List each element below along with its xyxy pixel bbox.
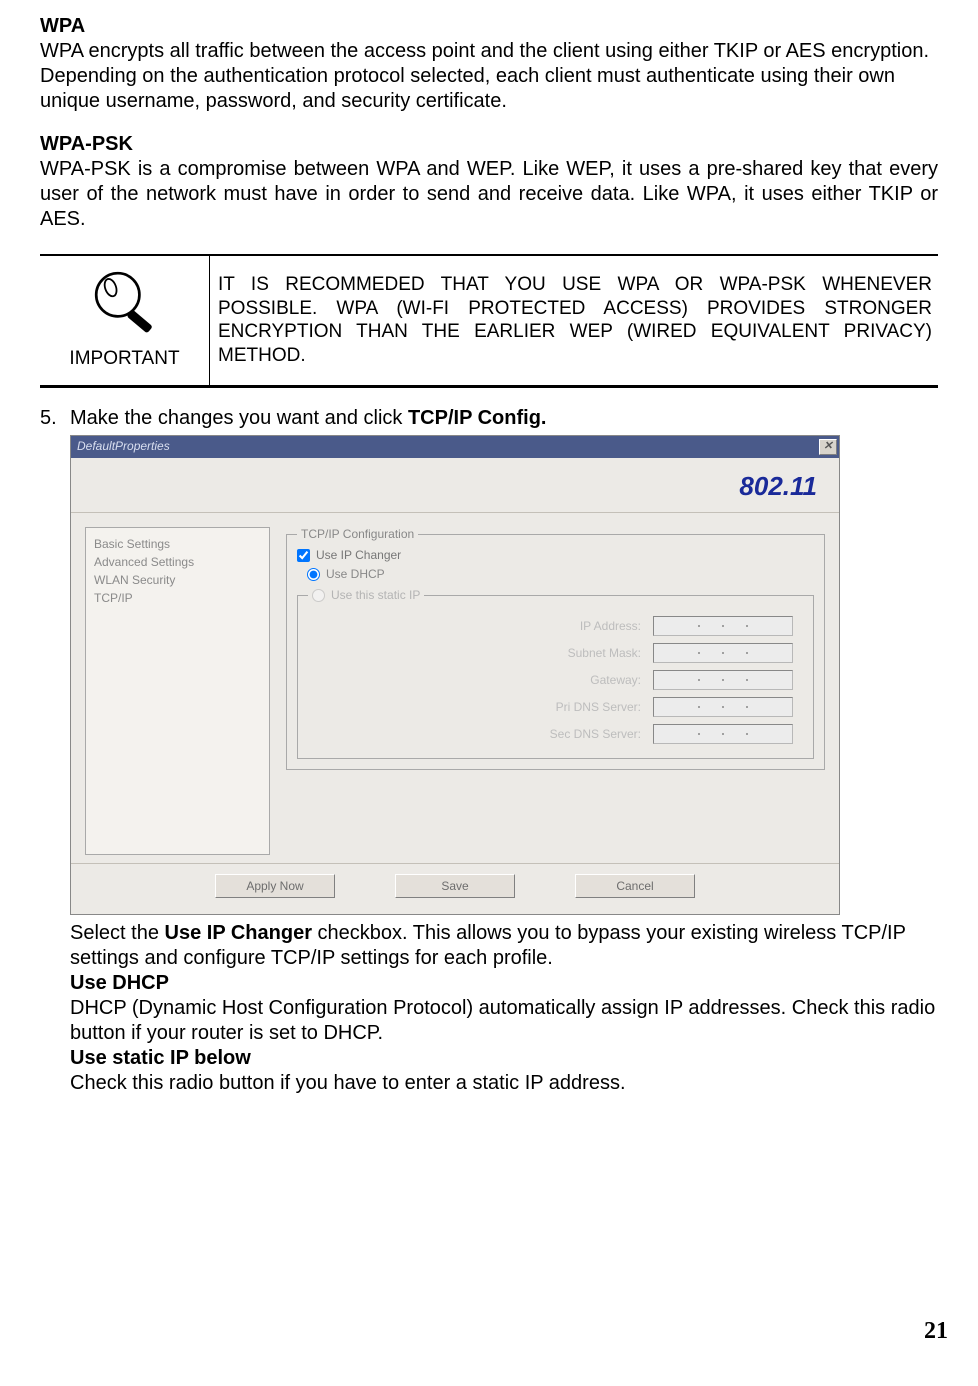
ip-address-label: IP Address:: [580, 619, 641, 634]
dialog-title: DefaultProperties: [77, 439, 170, 454]
use-ip-changer-label: Use IP Changer: [316, 548, 401, 563]
paragraph-wpa-psk: WPA-PSK is a compromise between WPA and …: [40, 157, 938, 232]
sec-dns-label: Sec DNS Server:: [550, 727, 641, 742]
paragraph-wpa: WPA encrypts all traffic between the acc…: [40, 39, 938, 114]
sidebar-item-advanced[interactable]: Advanced Settings: [94, 555, 261, 570]
dialog-banner: 802.11: [71, 458, 839, 514]
followup-p1: Select the Use IP Changer checkbox. This…: [70, 921, 938, 971]
use-ip-changer-checkbox[interactable]: [297, 549, 310, 562]
use-static-text: Check this radio button if you have to e…: [70, 1071, 938, 1096]
use-dhcp-heading: Use DHCP: [70, 971, 938, 996]
use-static-label: Use this static IP: [331, 588, 420, 603]
pri-dns-label: Pri DNS Server:: [556, 700, 641, 715]
sidebar-item-basic[interactable]: Basic Settings: [94, 537, 261, 552]
tcpip-group-label: TCP/IP Configuration: [297, 527, 418, 542]
sidebar-nav: Basic Settings Advanced Settings WLAN Se…: [85, 527, 270, 855]
step-number: 5.: [40, 406, 70, 1097]
followup-p1b: Use IP Changer: [165, 922, 312, 944]
sidebar-item-tcpip[interactable]: TCP/IP: [94, 591, 261, 606]
close-icon: ✕: [823, 440, 832, 454]
ip-address-input[interactable]: [653, 616, 793, 636]
use-static-heading: Use static IP below: [70, 1046, 938, 1071]
pri-dns-input[interactable]: [653, 697, 793, 717]
static-ip-group: Use this static IP IP Address: Subnet Ma…: [297, 588, 814, 759]
important-callout: IMPORTANT IT IS RECOMMEDED THAT YOU USE …: [40, 254, 938, 388]
page-number: 21: [40, 1316, 948, 1346]
save-button[interactable]: Save: [395, 874, 515, 898]
use-dhcp-radio[interactable]: [307, 568, 320, 581]
banner-text: 802.11: [739, 471, 817, 501]
subnet-mask-input[interactable]: [653, 643, 793, 663]
gateway-label: Gateway:: [590, 673, 641, 688]
gateway-input[interactable]: [653, 670, 793, 690]
step-5: 5. Make the changes you want and click T…: [40, 406, 938, 1097]
dialog-default-properties: DefaultProperties ✕ 802.11 Basic Setting…: [70, 435, 840, 916]
use-dhcp-label: Use DHCP: [326, 567, 385, 582]
step-text-bold: TCP/IP Config.: [408, 407, 547, 429]
sec-dns-input[interactable]: [653, 724, 793, 744]
subnet-mask-label: Subnet Mask:: [568, 646, 641, 661]
tcpip-group: TCP/IP Configuration Use IP Changer Use …: [286, 527, 825, 770]
magnifier-icon: [79, 266, 171, 345]
dialog-titlebar: DefaultProperties ✕: [71, 436, 839, 458]
important-text: IT IS RECOMMEDED THAT YOU USE WPA OR WPA…: [218, 273, 932, 368]
followup-p1a: Select the: [70, 922, 165, 944]
use-static-radio[interactable]: [312, 589, 325, 602]
cancel-button[interactable]: Cancel: [575, 874, 695, 898]
step-text: Make the changes you want and click: [70, 407, 408, 429]
sidebar-item-wlan[interactable]: WLAN Security: [94, 573, 261, 588]
important-label: IMPORTANT: [69, 347, 179, 371]
heading-wpa-psk: WPA-PSK: [40, 132, 938, 157]
close-button[interactable]: ✕: [819, 439, 837, 455]
use-dhcp-text: DHCP (Dynamic Host Configuration Protoco…: [70, 996, 938, 1046]
apply-button[interactable]: Apply Now: [215, 874, 335, 898]
heading-wpa: WPA: [40, 14, 938, 39]
